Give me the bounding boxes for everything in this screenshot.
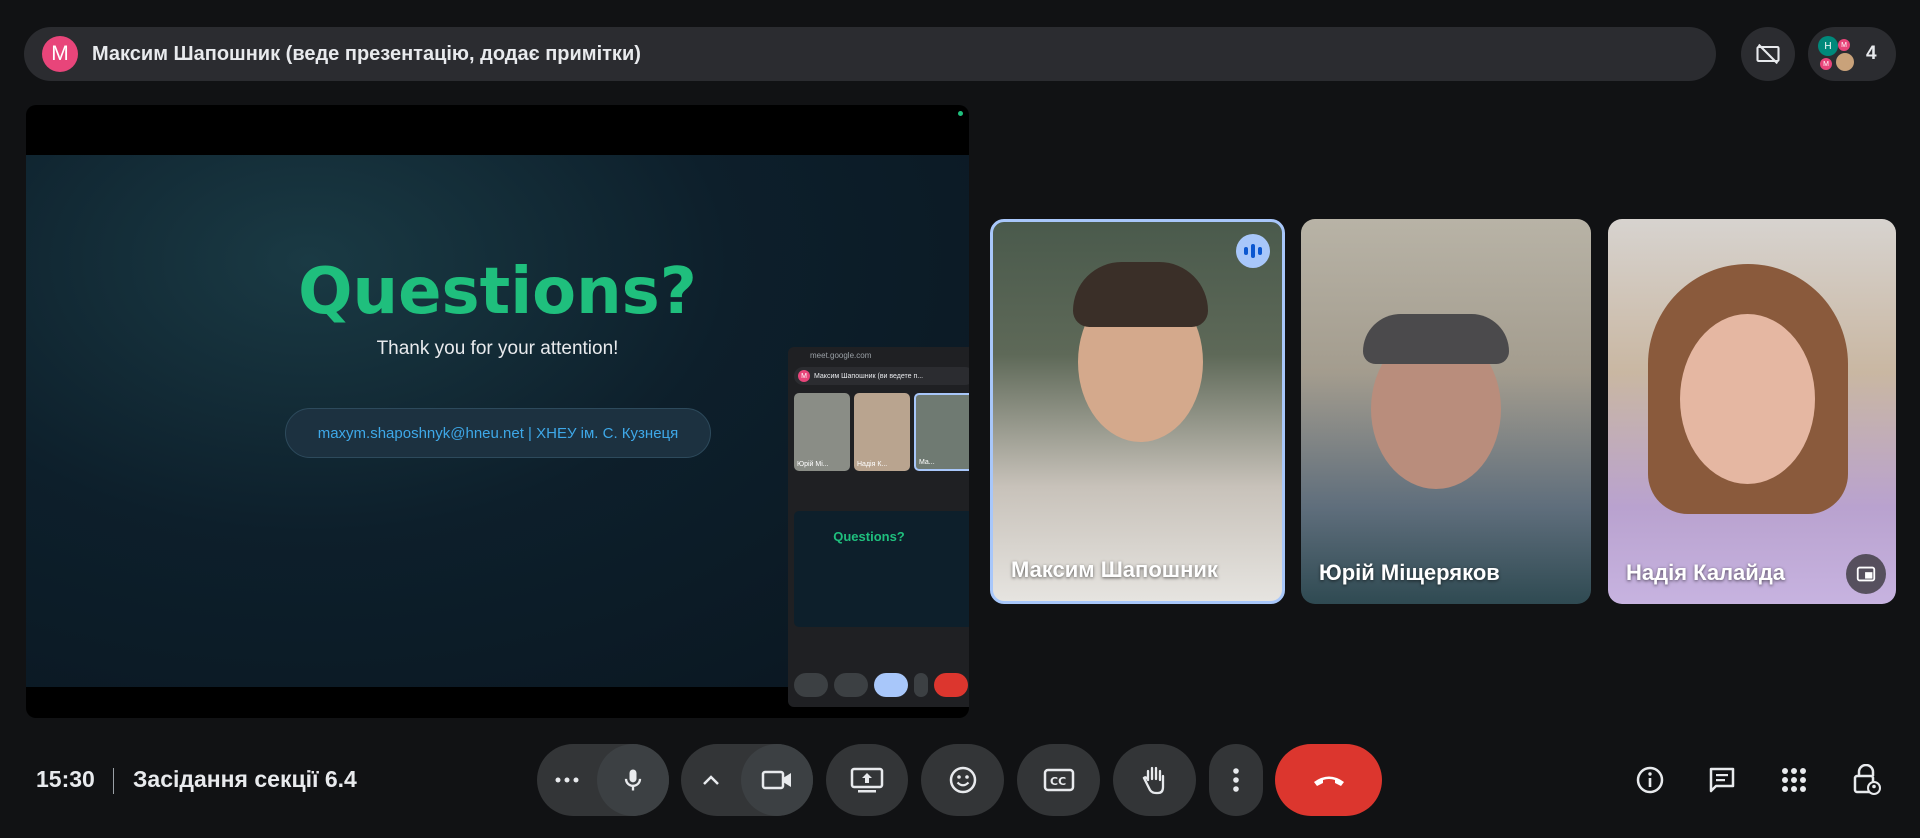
closed-captions-icon: CC bbox=[1043, 768, 1074, 792]
participant-video bbox=[1680, 314, 1815, 484]
microphone-icon bbox=[624, 769, 642, 791]
captions-button[interactable]: CC bbox=[1017, 744, 1100, 816]
present-button[interactable] bbox=[826, 744, 908, 816]
speaking-indicator-icon bbox=[1236, 234, 1270, 268]
video-options-button[interactable] bbox=[681, 744, 741, 816]
more-options-button[interactable] bbox=[1209, 744, 1263, 816]
host-controls-button[interactable] bbox=[1846, 760, 1886, 800]
participant-avatars: H M M bbox=[1818, 36, 1854, 72]
more-horiz-icon bbox=[555, 777, 579, 783]
end-call-button[interactable] bbox=[1275, 744, 1382, 816]
mini-tile: Ма... bbox=[914, 393, 969, 471]
chat-button[interactable] bbox=[1702, 760, 1742, 800]
mini-tiles: Юрій Мі... Надія К... Ма... bbox=[788, 387, 969, 471]
hide-presentation-button[interactable] bbox=[1741, 27, 1795, 81]
lock-person-icon bbox=[1853, 764, 1881, 795]
slide-title: Questions? bbox=[298, 255, 697, 329]
mini-tile: Юрій Мі... bbox=[794, 393, 850, 471]
raise-hand-button[interactable] bbox=[1113, 744, 1196, 816]
participant-name: Максим Шапошник bbox=[1011, 557, 1218, 582]
status-dot bbox=[958, 111, 963, 116]
call-end-icon bbox=[1313, 776, 1344, 786]
mini-shared-screen: Questions? bbox=[794, 511, 969, 627]
participant-tile[interactable]: Максим Шапошник bbox=[990, 219, 1285, 604]
presenter-title: Максим Шапошник (веде презентацію, додає… bbox=[92, 42, 641, 65]
more-vert-icon bbox=[1233, 768, 1239, 792]
slide-contact: maxym.shaposhnyk@hneu.net | ХНЕУ ім. С. … bbox=[285, 408, 711, 458]
activities-button[interactable] bbox=[1774, 760, 1814, 800]
mini-controls bbox=[794, 673, 969, 697]
mic-group bbox=[537, 744, 669, 816]
hide-screen-icon bbox=[1756, 43, 1780, 65]
bottom-toolbar: 15:30 Засідання секції 6.4 CC bbox=[0, 738, 1920, 838]
mini-meet-window: meet.google.com M Максим Шапошник (ви вед… bbox=[788, 347, 969, 707]
divider bbox=[113, 768, 114, 794]
mini-presenter-bar: M Максим Шапошник (ви ведете п... bbox=[794, 367, 969, 385]
hand-icon bbox=[1142, 766, 1164, 795]
microphone-button[interactable] bbox=[597, 744, 669, 816]
camera-group bbox=[681, 744, 813, 816]
mini-tile: Надія К... bbox=[854, 393, 910, 471]
presenter-bar: M Максим Шапошник (веде презентацію, дод… bbox=[24, 27, 1716, 81]
picture-in-picture-icon[interactable] bbox=[1846, 554, 1886, 594]
meeting-title: Засідання секції 6.4 bbox=[133, 766, 357, 792]
presenter-avatar: M bbox=[42, 36, 78, 72]
participants-button[interactable]: H M M 4 bbox=[1808, 27, 1896, 81]
chevron-up-icon bbox=[703, 775, 719, 785]
clock: 15:30 bbox=[36, 766, 95, 792]
apps-grid-icon bbox=[1782, 768, 1806, 792]
reactions-button[interactable] bbox=[921, 744, 1004, 816]
audio-options-button[interactable] bbox=[537, 744, 597, 816]
present-screen-icon bbox=[850, 767, 884, 793]
participant-name: Надія Калайда bbox=[1626, 560, 1786, 585]
chat-icon bbox=[1709, 767, 1735, 793]
emoji-icon bbox=[949, 766, 976, 794]
presentation-view[interactable]: Questions? Thank you for your attention!… bbox=[26, 105, 969, 718]
participant-tile[interactable]: Надія Калайда bbox=[1608, 219, 1896, 604]
participant-tile[interactable]: Юрій Міщеряков bbox=[1301, 219, 1591, 604]
mini-url: meet.google.com bbox=[810, 351, 872, 360]
participant-name: Юрій Міщеряков bbox=[1319, 560, 1500, 585]
meeting-info-button[interactable] bbox=[1630, 760, 1670, 800]
videocam-icon bbox=[761, 770, 791, 790]
camera-button[interactable] bbox=[741, 744, 813, 816]
svg-text:CC: CC bbox=[1050, 775, 1066, 788]
participant-count: 4 bbox=[1866, 43, 1877, 64]
info-icon bbox=[1636, 766, 1664, 794]
